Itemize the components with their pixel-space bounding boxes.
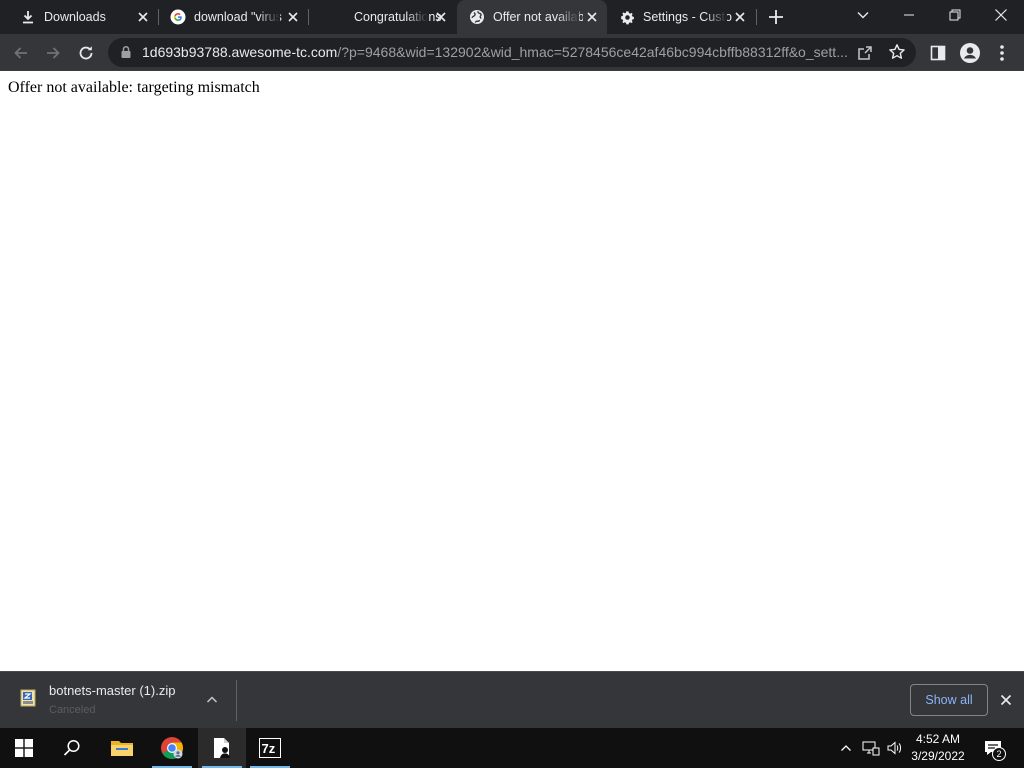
blank-favicon xyxy=(320,9,336,25)
reload-icon xyxy=(79,46,93,60)
network-icon xyxy=(862,741,880,756)
arrow-right-icon xyxy=(47,47,60,59)
google-icon xyxy=(170,9,186,25)
chevron-down-icon xyxy=(857,12,869,19)
profile-button[interactable] xyxy=(957,40,983,66)
side-panel-icon xyxy=(930,45,946,61)
chevron-up-icon[interactable] xyxy=(204,692,220,708)
tab-close-icon[interactable] xyxy=(733,10,747,24)
tab-settings[interactable]: Settings - Custo xyxy=(607,0,755,34)
profile-avatar-icon xyxy=(960,43,980,63)
chrome-taskbar-button[interactable] xyxy=(148,728,196,768)
close-shelf-icon[interactable] xyxy=(998,692,1014,708)
browser-toolbar: 1d693b93788.awesome-tc.com/?p=9468&wid=1… xyxy=(0,34,1024,71)
download-status: Canceled xyxy=(49,704,96,716)
url-text[interactable]: 1d693b93788.awesome-tc.com/?p=9468&wid=1… xyxy=(142,38,854,67)
plus-icon xyxy=(769,10,783,24)
tab-close-icon[interactable] xyxy=(136,10,150,24)
tab-congratulations[interactable]: Congratulations xyxy=(308,0,456,34)
download-icon xyxy=(20,9,36,25)
file-owner-taskbar-button[interactable] xyxy=(198,728,246,768)
arrow-left-icon xyxy=(14,47,27,59)
windows-logo-icon xyxy=(15,739,33,757)
tab-offer-not-available[interactable]: Offer not availab xyxy=(457,0,607,34)
7zip-icon: 7z xyxy=(259,738,281,758)
file-explorer-icon xyxy=(111,741,133,756)
show-hidden-icons-button[interactable] xyxy=(836,728,856,768)
chrome-icon xyxy=(161,737,183,759)
page-content: Offer not available: targeting mismatch xyxy=(0,71,1024,671)
show-all-button[interactable]: Show all xyxy=(910,684,988,716)
new-tab-button[interactable] xyxy=(766,7,786,27)
download-item[interactable]: botnets-master (1).zip Canceled xyxy=(0,672,236,728)
restore-icon xyxy=(949,9,961,21)
close-window-button[interactable] xyxy=(978,0,1024,30)
back-button[interactable] xyxy=(8,40,34,66)
tab-title: Downloads xyxy=(44,10,106,24)
tab-title: Congratulations xyxy=(354,10,442,24)
close-icon xyxy=(995,9,1007,21)
minimize-icon xyxy=(904,14,914,16)
menu-button[interactable] xyxy=(989,40,1015,66)
windows-taskbar: 7z 4:52 AM 3/29/2022 2 xyxy=(0,728,1024,768)
tab-downloads[interactable]: Downloads xyxy=(8,0,158,34)
tab-close-icon[interactable] xyxy=(585,10,599,24)
minimize-button[interactable] xyxy=(886,0,932,30)
system-clock[interactable]: 4:52 AM 3/29/2022 xyxy=(900,731,976,765)
tab-separator xyxy=(756,9,757,25)
tab-close-icon[interactable] xyxy=(434,10,448,24)
tab-close-icon[interactable] xyxy=(286,10,300,24)
gear-icon xyxy=(619,9,635,25)
file-explorer-button[interactable] xyxy=(98,728,146,768)
tab-search-button[interactable] xyxy=(840,0,886,30)
network-tray-button[interactable] xyxy=(860,728,882,768)
url-host: 1d693b93788.awesome-tc.com xyxy=(142,44,338,60)
address-bar[interactable]: 1d693b93788.awesome-tc.com/?p=9468&wid=1… xyxy=(108,38,916,67)
share-icon[interactable] xyxy=(856,44,874,62)
forward-button[interactable] xyxy=(40,40,66,66)
url-path: /?p=9468&wid=132902&wid_hmac=5278456ce42… xyxy=(337,44,848,60)
lock-icon[interactable] xyxy=(120,45,132,59)
svg-text:7z: 7z xyxy=(262,741,276,756)
more-vert-icon xyxy=(1000,45,1004,61)
shelf-divider xyxy=(236,680,237,721)
restore-button[interactable] xyxy=(932,0,978,30)
download-file-name: botnets-master (1).zip xyxy=(49,683,176,698)
search-icon xyxy=(63,739,80,756)
zip-file-icon xyxy=(20,689,36,707)
globe-icon xyxy=(469,9,485,25)
reload-button[interactable] xyxy=(73,40,99,66)
chevron-up-icon xyxy=(841,745,851,751)
tab-google-search[interactable]: download "virus xyxy=(158,0,308,34)
start-button[interactable] xyxy=(0,728,48,768)
file-owner-icon xyxy=(214,738,230,758)
7zip-taskbar-button[interactable]: 7z xyxy=(246,728,294,768)
download-shelf: botnets-master (1).zip Canceled Show all xyxy=(0,671,1024,728)
clock-time: 4:52 AM xyxy=(915,732,961,746)
clock-date: 3/29/2022 xyxy=(911,749,965,763)
offer-message: Offer not available: targeting mismatch xyxy=(8,79,260,96)
side-panel-button[interactable] xyxy=(925,40,951,66)
bookmark-star-icon[interactable] xyxy=(888,43,906,61)
taskbar-search-button[interactable] xyxy=(48,728,96,768)
tab-strip: Downloads download "virus Congratulation… xyxy=(0,0,1024,34)
notification-count-badge: 2 xyxy=(992,747,1006,761)
